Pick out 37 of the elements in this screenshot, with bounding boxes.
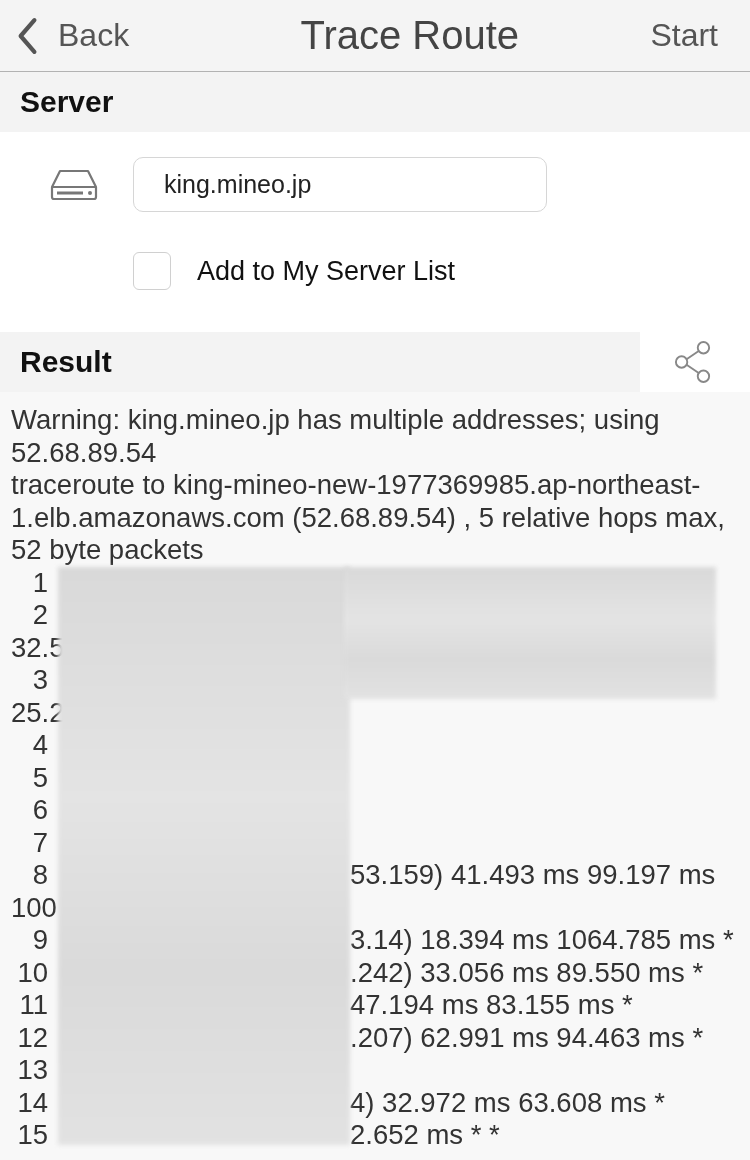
back-button[interactable]: Back <box>16 16 130 55</box>
server-icon <box>50 168 98 201</box>
hop-number: 3 <box>31 664 48 697</box>
hop-timing: 2.652 ms * * <box>350 1119 500 1152</box>
checkbox-label: Add to My Server List <box>197 255 456 287</box>
wrapped-text: 32.5 <box>11 631 65 664</box>
screen-title: Trace Route <box>300 13 520 58</box>
hop-number: 10 <box>16 956 48 989</box>
hop-number: 15 <box>16 1119 48 1152</box>
hop-number: 8 <box>31 859 48 892</box>
hop-number: 5 <box>31 761 48 794</box>
hop-timing: .207) 62.991 ms 94.463 ms * <box>350 1021 704 1054</box>
hop-timing: 4) 32.972 ms 63.608 ms * <box>350 1086 665 1119</box>
start-button[interactable]: Start <box>650 17 718 54</box>
hop-number: 2 <box>31 599 48 632</box>
share-icon[interactable] <box>674 340 712 384</box>
hop-number: 12 <box>16 1021 48 1054</box>
hop-number: 7 <box>31 826 48 859</box>
hop-number: 4 <box>31 729 48 762</box>
result-text: traceroute to king-mineo-new-1977369985.ap-northeast-1.elb.amazonaws.com (52.68.89.54) , 5 relative hops max, 52 byte packets <box>11 469 726 567</box>
section-title: Server <box>20 85 114 119</box>
section-title: Result <box>20 345 112 379</box>
hop-number: 13 <box>16 1054 48 1087</box>
hop-timing: 53.159) 41.493 ms 99.197 ms <box>350 859 716 892</box>
hop-number: 1 <box>31 566 48 599</box>
hop-number: 14 <box>16 1086 48 1119</box>
wrapped-text: 100 <box>11 891 57 924</box>
checkbox[interactable] <box>133 252 171 290</box>
host-input[interactable]: king.mineo.jp <box>133 157 547 212</box>
hop-number: 9 <box>31 924 48 957</box>
hop-timing: 47.194 ms 83.155 ms * <box>350 989 633 1022</box>
hop-number: 11 <box>18 989 48 1022</box>
hop-timing: 3.14) 18.394 ms 1064.785 ms * <box>350 924 734 957</box>
wrapped-text: 25.2 <box>11 696 65 729</box>
hop-timing: .242) 33.056 ms 89.550 ms * <box>350 956 704 989</box>
back-chevron-icon <box>16 16 38 55</box>
hop-number: 6 <box>31 794 48 827</box>
